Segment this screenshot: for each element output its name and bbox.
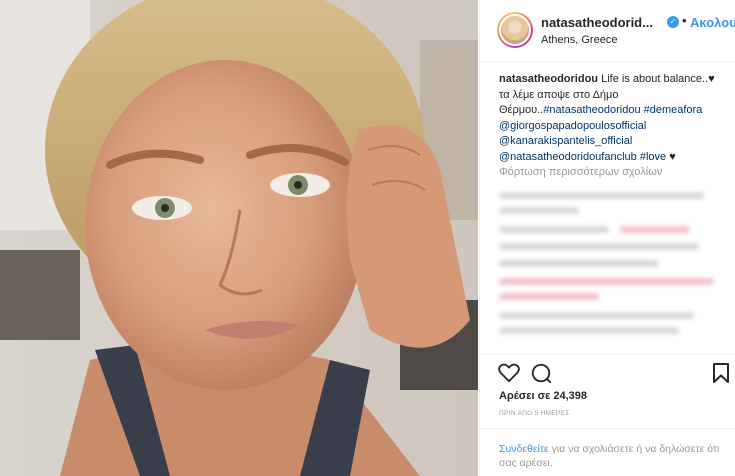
hashtag-link[interactable]: #demeafora bbox=[644, 104, 703, 116]
caption-text-1: Life is about balance..♥ bbox=[601, 73, 715, 85]
profile-avatar[interactable] bbox=[497, 12, 533, 48]
blurred-comment bbox=[499, 327, 679, 334]
blurred-comment bbox=[499, 260, 659, 267]
mention-link[interactable]: @kanarakispantelis_official bbox=[499, 135, 632, 147]
blurred-comment bbox=[499, 293, 599, 300]
post-caption: natasatheodoridou Life is about balance.… bbox=[499, 72, 729, 165]
bookmark-icon[interactable] bbox=[713, 363, 729, 388]
blurred-comment bbox=[499, 312, 694, 319]
blurred-comment bbox=[499, 243, 699, 250]
caption-heart: ♥ bbox=[669, 150, 676, 163]
post-header: natasatheodorid... ✓ • Ακολουθήστε Athen… bbox=[480, 0, 735, 62]
caption-username[interactable]: natasatheodoridou bbox=[499, 73, 598, 85]
mention-link[interactable]: @natasatheodoridoufanclub bbox=[499, 151, 637, 163]
post-date: ΠΡΙΝ ΑΠΟ 5 ΗΜΕΡΕΣ bbox=[499, 410, 570, 417]
blurred-comment bbox=[499, 192, 704, 199]
post-actions bbox=[480, 354, 735, 388]
portrait-illustration bbox=[0, 0, 478, 476]
comment-icon[interactable] bbox=[530, 362, 552, 389]
post-side-panel: natasatheodorid... ✓ • Ακολουθήστε Athen… bbox=[479, 0, 735, 476]
likes-count[interactable]: Αρέσει σε 24,398 bbox=[499, 390, 587, 402]
separator-dot: • bbox=[682, 13, 687, 28]
caption-text-2: τα λέμε αποψε στο Δήμο bbox=[499, 88, 619, 101]
hashtag-link[interactable]: #natasatheodoridou bbox=[543, 104, 640, 116]
verified-badge-icon: ✓ bbox=[667, 16, 679, 28]
mention-link[interactable]: @giorgospapadopoulosofficial bbox=[499, 120, 646, 132]
post-username[interactable]: natasatheodorid... bbox=[541, 15, 653, 30]
caption-text-3: Θέρμου.. bbox=[499, 104, 544, 116]
login-link[interactable]: Συνδεθείτε bbox=[499, 443, 549, 455]
hashtag-link[interactable]: #love bbox=[640, 151, 666, 163]
heart-icon[interactable] bbox=[498, 363, 520, 388]
blurred-comment bbox=[620, 226, 690, 233]
blurred-comment bbox=[499, 207, 579, 214]
login-prompt-text: Συνδεθείτε για να σχολιάσετε ή να δηλώσε… bbox=[499, 442, 724, 470]
follow-button[interactable]: Ακολουθήστε bbox=[690, 15, 735, 30]
login-prompt: Συνδεθείτε για να σχολιάσετε ή να δηλώσε… bbox=[480, 428, 735, 476]
blurred-comment bbox=[499, 278, 714, 285]
load-more-comments-link[interactable]: Φόρτωση περισσότερων σχολίων bbox=[499, 166, 662, 178]
post-location[interactable]: Athens, Greece bbox=[541, 34, 617, 46]
blurred-comment bbox=[499, 226, 609, 233]
post-photo[interactable] bbox=[0, 0, 478, 476]
